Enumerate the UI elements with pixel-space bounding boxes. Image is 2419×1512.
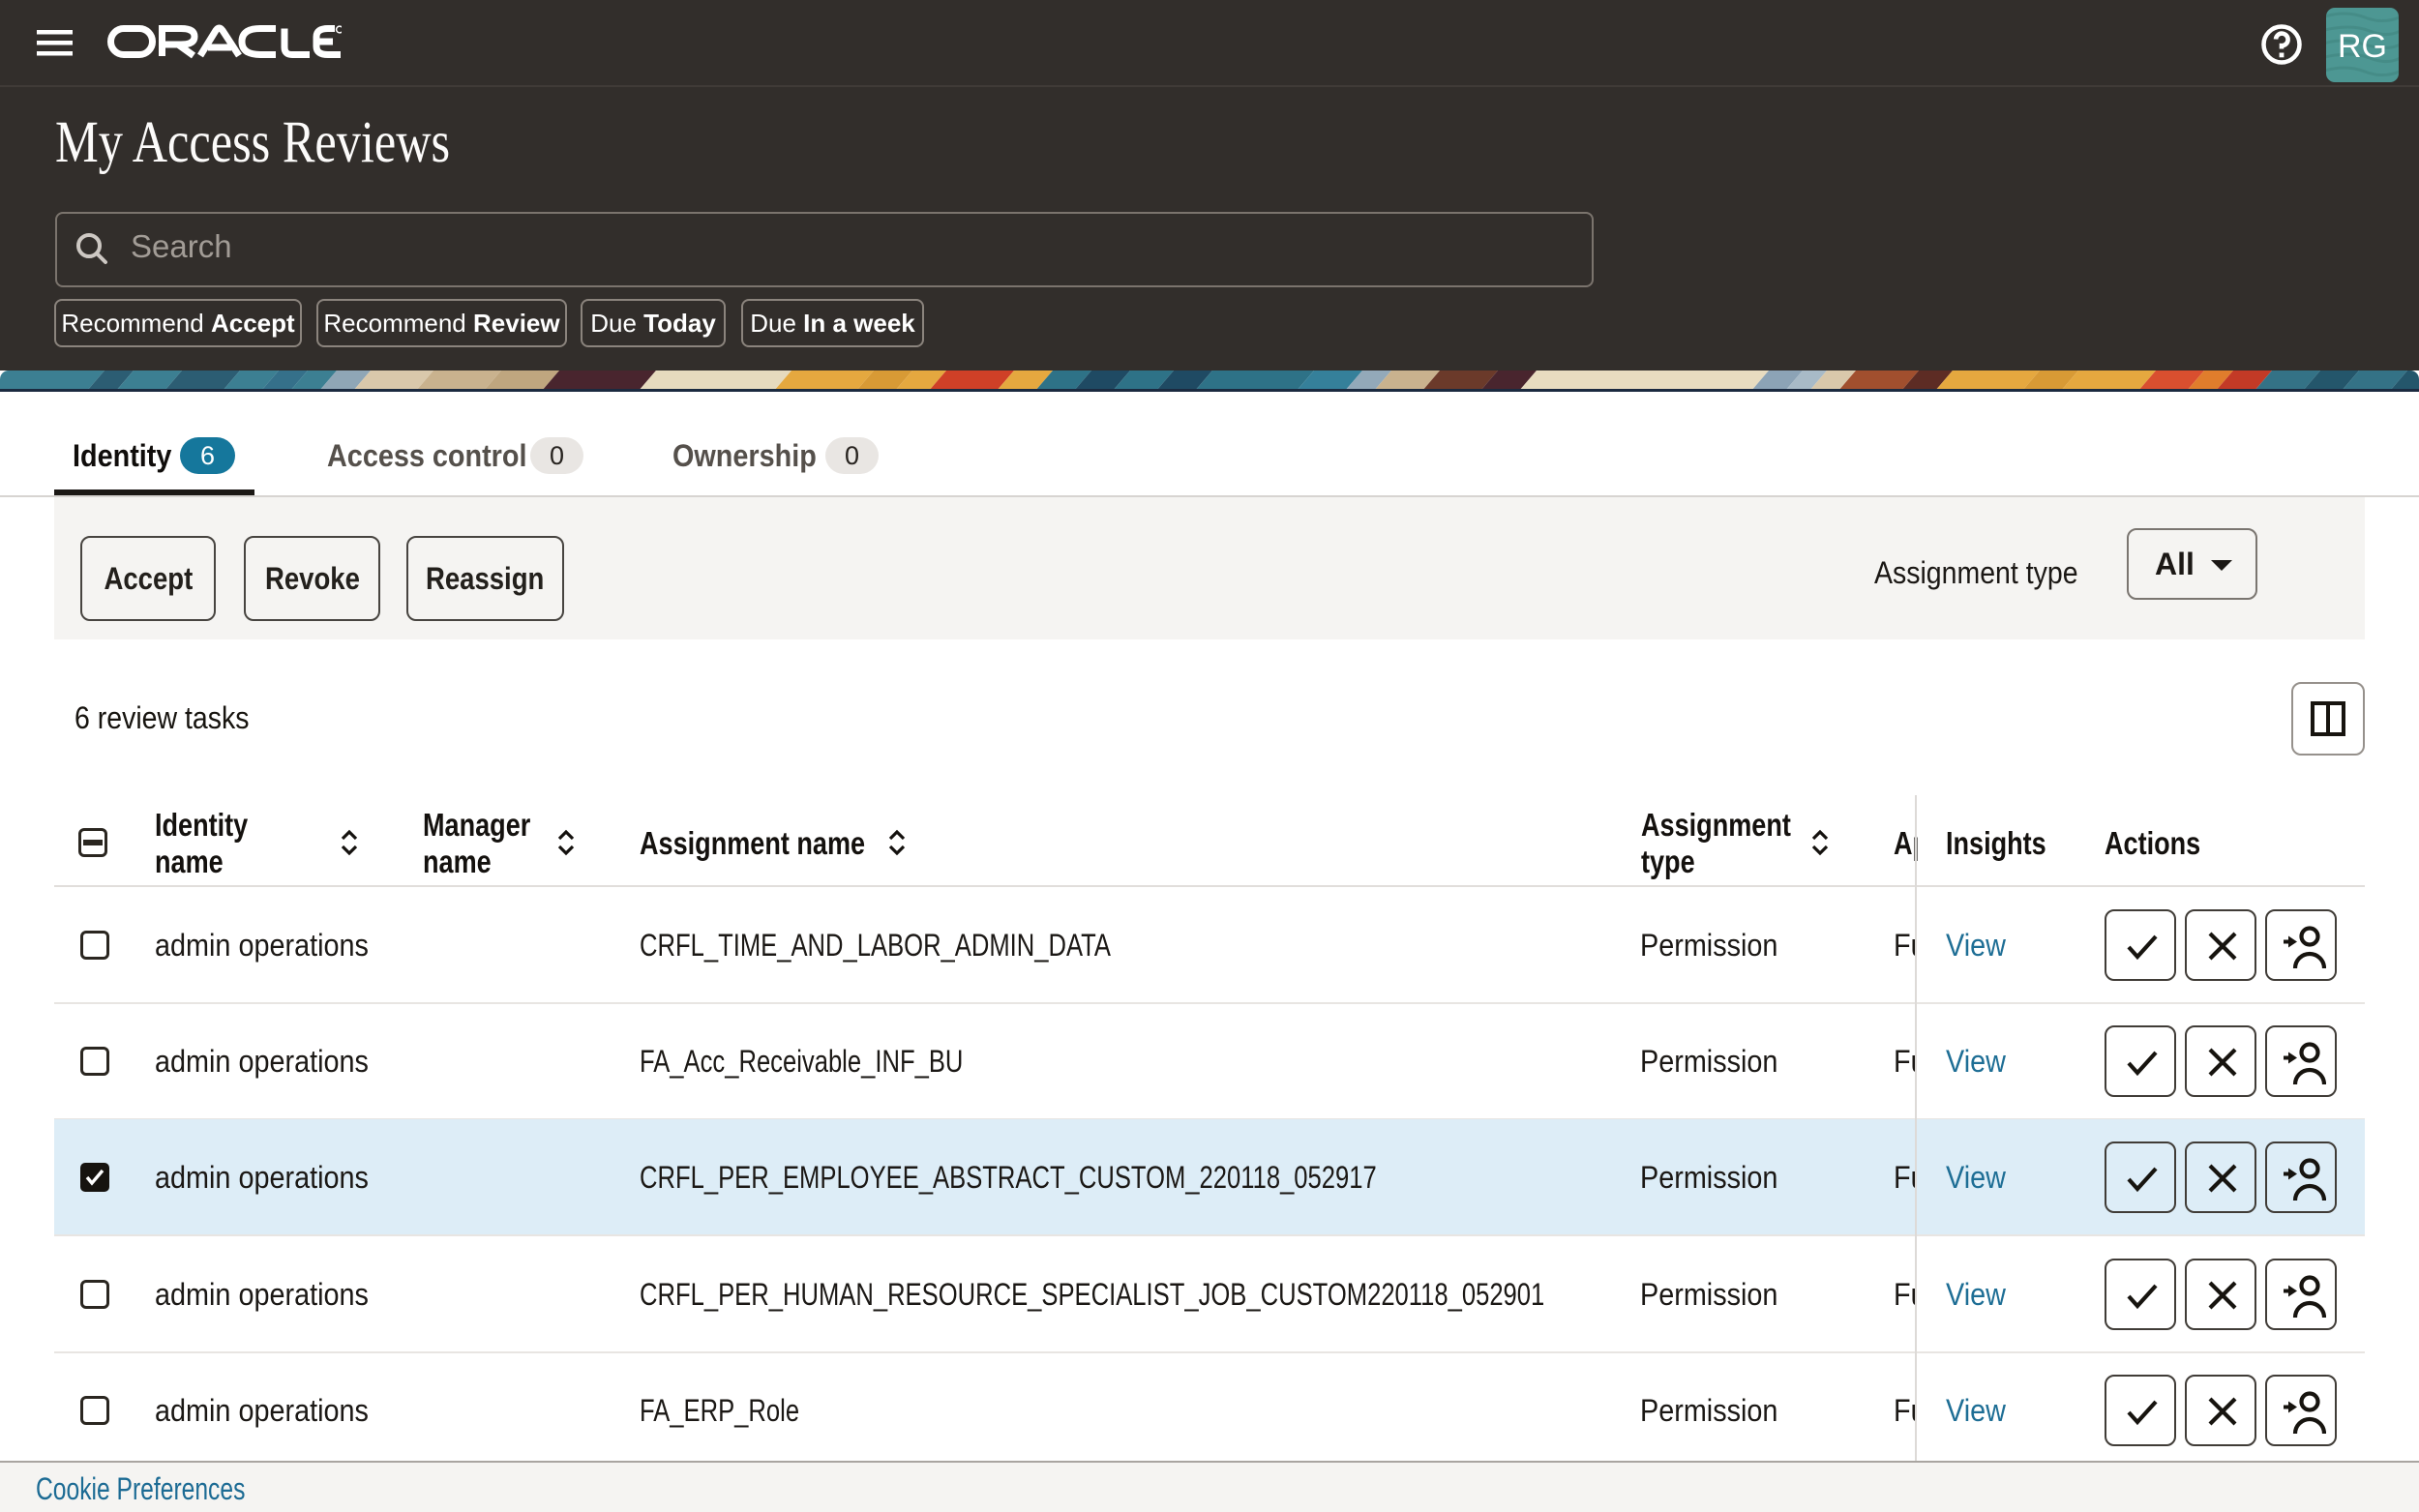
- svg-text:RG: RG: [2338, 28, 2387, 65]
